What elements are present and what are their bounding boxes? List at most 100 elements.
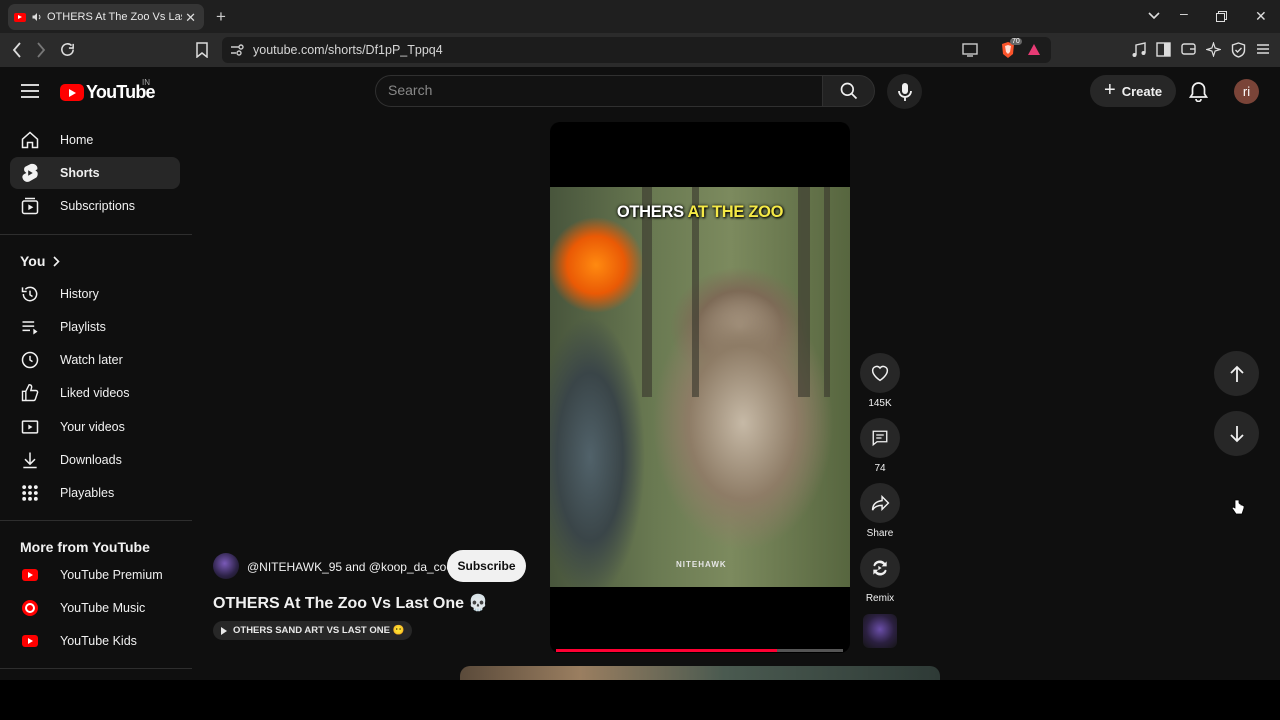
youtube-kids-icon [22, 635, 38, 647]
youtube-music-icon [22, 600, 38, 616]
sound-chip[interactable]: OTHERS SAND ART VS LAST ONE 😶 [213, 621, 413, 640]
sidebar-you-heading[interactable]: You [20, 253, 61, 269]
youtube-premium-icon [22, 569, 38, 581]
sidebar-item-watch-later[interactable]: Watch later [10, 344, 180, 376]
sidebar-item-youtube-premium[interactable]: YouTube Premium [10, 559, 180, 591]
search-button[interactable] [822, 75, 875, 107]
clock-icon [21, 351, 39, 369]
sidebar-item-home[interactable]: Home [10, 124, 180, 156]
cast-icon[interactable] [962, 43, 978, 57]
sidebar-item-history[interactable]: History [10, 278, 180, 310]
close-window-button[interactable]: ✕ [1255, 8, 1267, 25]
sidebar-item-subscriptions[interactable]: Subscriptions [10, 190, 180, 222]
hamburger-menu-icon[interactable] [21, 84, 39, 98]
sidebar-item-playables[interactable]: Playables [10, 477, 180, 509]
subscriptions-icon [21, 197, 39, 215]
video-title[interactable]: OTHERS At The Zoo Vs Last One 💀 [213, 593, 488, 613]
brave-shields-count: 70 [1010, 38, 1022, 45]
sidebar-item-youtube-kids[interactable]: YouTube Kids [10, 625, 180, 657]
account-avatar[interactable]: ri [1234, 79, 1259, 104]
browser-tab[interactable]: OTHERS At The Zoo Vs Last One ✕ [8, 4, 204, 30]
sidebar-divider [0, 668, 192, 669]
forward-icon[interactable] [35, 41, 47, 59]
arrow-up-icon [1229, 365, 1244, 382]
like-button[interactable] [860, 353, 900, 393]
sidebar-item-shorts[interactable]: Shorts [10, 157, 180, 189]
url-text: youtube.com/shorts/Df1pP_Tppq4 [253, 43, 443, 57]
create-label: Create [1121, 83, 1163, 99]
previous-short-button[interactable] [1214, 351, 1259, 396]
share-label: Share [866, 528, 894, 539]
comments-button[interactable] [860, 418, 900, 458]
search-input[interactable] [388, 82, 808, 98]
remix-label: Remix [865, 593, 895, 604]
sidebar-item-label: Home [60, 133, 94, 147]
sidebar-item-label: Downloads [60, 453, 122, 467]
video-watermark: NITEHAWK [676, 560, 727, 569]
notifications-bell-icon[interactable] [1189, 81, 1208, 102]
youtube-logo[interactable]: YouTube IN [60, 78, 156, 103]
sidebar-item-your-videos[interactable]: Your videos [10, 411, 180, 443]
history-icon [21, 286, 38, 302]
channel-avatar[interactable] [213, 553, 239, 579]
voice-search-button[interactable] [887, 74, 922, 109]
next-short-preview[interactable] [460, 666, 940, 680]
wallet-icon[interactable] [1181, 42, 1196, 56]
heart-icon [871, 365, 889, 382]
new-tab-button[interactable]: + [216, 7, 226, 27]
share-button[interactable] [860, 483, 900, 523]
remix-button[interactable] [860, 548, 900, 588]
shorts-video-player[interactable]: OTHERS AT THE ZOO NITEHAWK [550, 122, 850, 653]
brave-rewards-icon[interactable] [1027, 43, 1041, 56]
video-frame: OTHERS AT THE ZOO NITEHAWK [550, 187, 850, 587]
hand-cursor-icon [1232, 499, 1244, 515]
address-bar[interactable]: youtube.com/shorts/Df1pP_Tppq4 70 [222, 37, 1051, 63]
sidebar-toggle-icon[interactable] [1156, 42, 1171, 57]
create-button[interactable]: + Create [1090, 75, 1176, 107]
tab-title: OTHERS At The Zoo Vs Last One [47, 11, 182, 23]
sidebar-item-label: YouTube Kids [60, 634, 137, 648]
video-progress-bar[interactable] [556, 649, 843, 652]
sidebar-item-downloads[interactable]: Downloads [10, 444, 180, 476]
sidebar-item-label: Liked videos [60, 386, 130, 400]
next-short-button[interactable] [1214, 411, 1259, 456]
sidebar-item-youtube-music[interactable]: YouTube Music [10, 592, 180, 624]
music-icon[interactable] [1131, 42, 1147, 58]
sidebar-more-heading: More from YouTube [20, 539, 150, 555]
avatar-initials: ri [1242, 84, 1251, 99]
sidebar-item-label: Playables [60, 486, 115, 500]
your-videos-icon [21, 420, 39, 434]
menu-icon[interactable] [1256, 42, 1270, 56]
arrow-down-icon [1229, 425, 1244, 442]
share-icon [871, 495, 889, 511]
tab-search-chevron-icon[interactable] [1148, 12, 1160, 20]
leo-ai-icon[interactable] [1206, 42, 1221, 57]
speaker-icon[interactable] [31, 11, 43, 23]
sidebar-item-label: Subscriptions [60, 199, 136, 213]
playlists-icon [22, 321, 38, 335]
search-icon [840, 82, 857, 100]
sidebar-item-label: YouTube Music [60, 601, 146, 615]
subscribe-button[interactable]: Subscribe [447, 550, 526, 582]
video-progress-fill [556, 649, 777, 652]
chevron-right-icon [53, 255, 61, 267]
youtube-page: YouTube IN + Create ri Home Shorts Subsc… [0, 67, 1280, 680]
minimize-button[interactable]: – [1180, 5, 1188, 21]
sidebar-item-liked-videos[interactable]: Liked videos [10, 377, 180, 409]
browser-tab-bar: OTHERS At The Zoo Vs Last One ✕ + – ✕ [0, 0, 1280, 33]
comment-icon [872, 430, 888, 447]
browser-toolbar: youtube.com/shorts/Df1pP_Tppq4 70 [0, 33, 1280, 67]
vpn-icon[interactable] [1231, 42, 1246, 58]
bookmark-icon[interactable] [196, 42, 208, 58]
you-heading-label: You [20, 253, 46, 269]
channel-name[interactable]: @NITEHAWK_95 and @koop_da_cool [247, 560, 456, 574]
reload-icon[interactable] [59, 41, 76, 58]
sidebar-item-playlists[interactable]: Playlists [10, 311, 180, 343]
tab-close-icon[interactable]: ✕ [185, 10, 196, 26]
back-icon[interactable] [11, 41, 23, 59]
channel-sound-thumbnail[interactable] [863, 614, 897, 648]
sidebar-item-label: YouTube Premium [60, 568, 163, 582]
sidebar-item-label: History [60, 287, 99, 301]
restore-button[interactable] [1216, 11, 1227, 22]
site-settings-icon[interactable] [230, 43, 244, 57]
